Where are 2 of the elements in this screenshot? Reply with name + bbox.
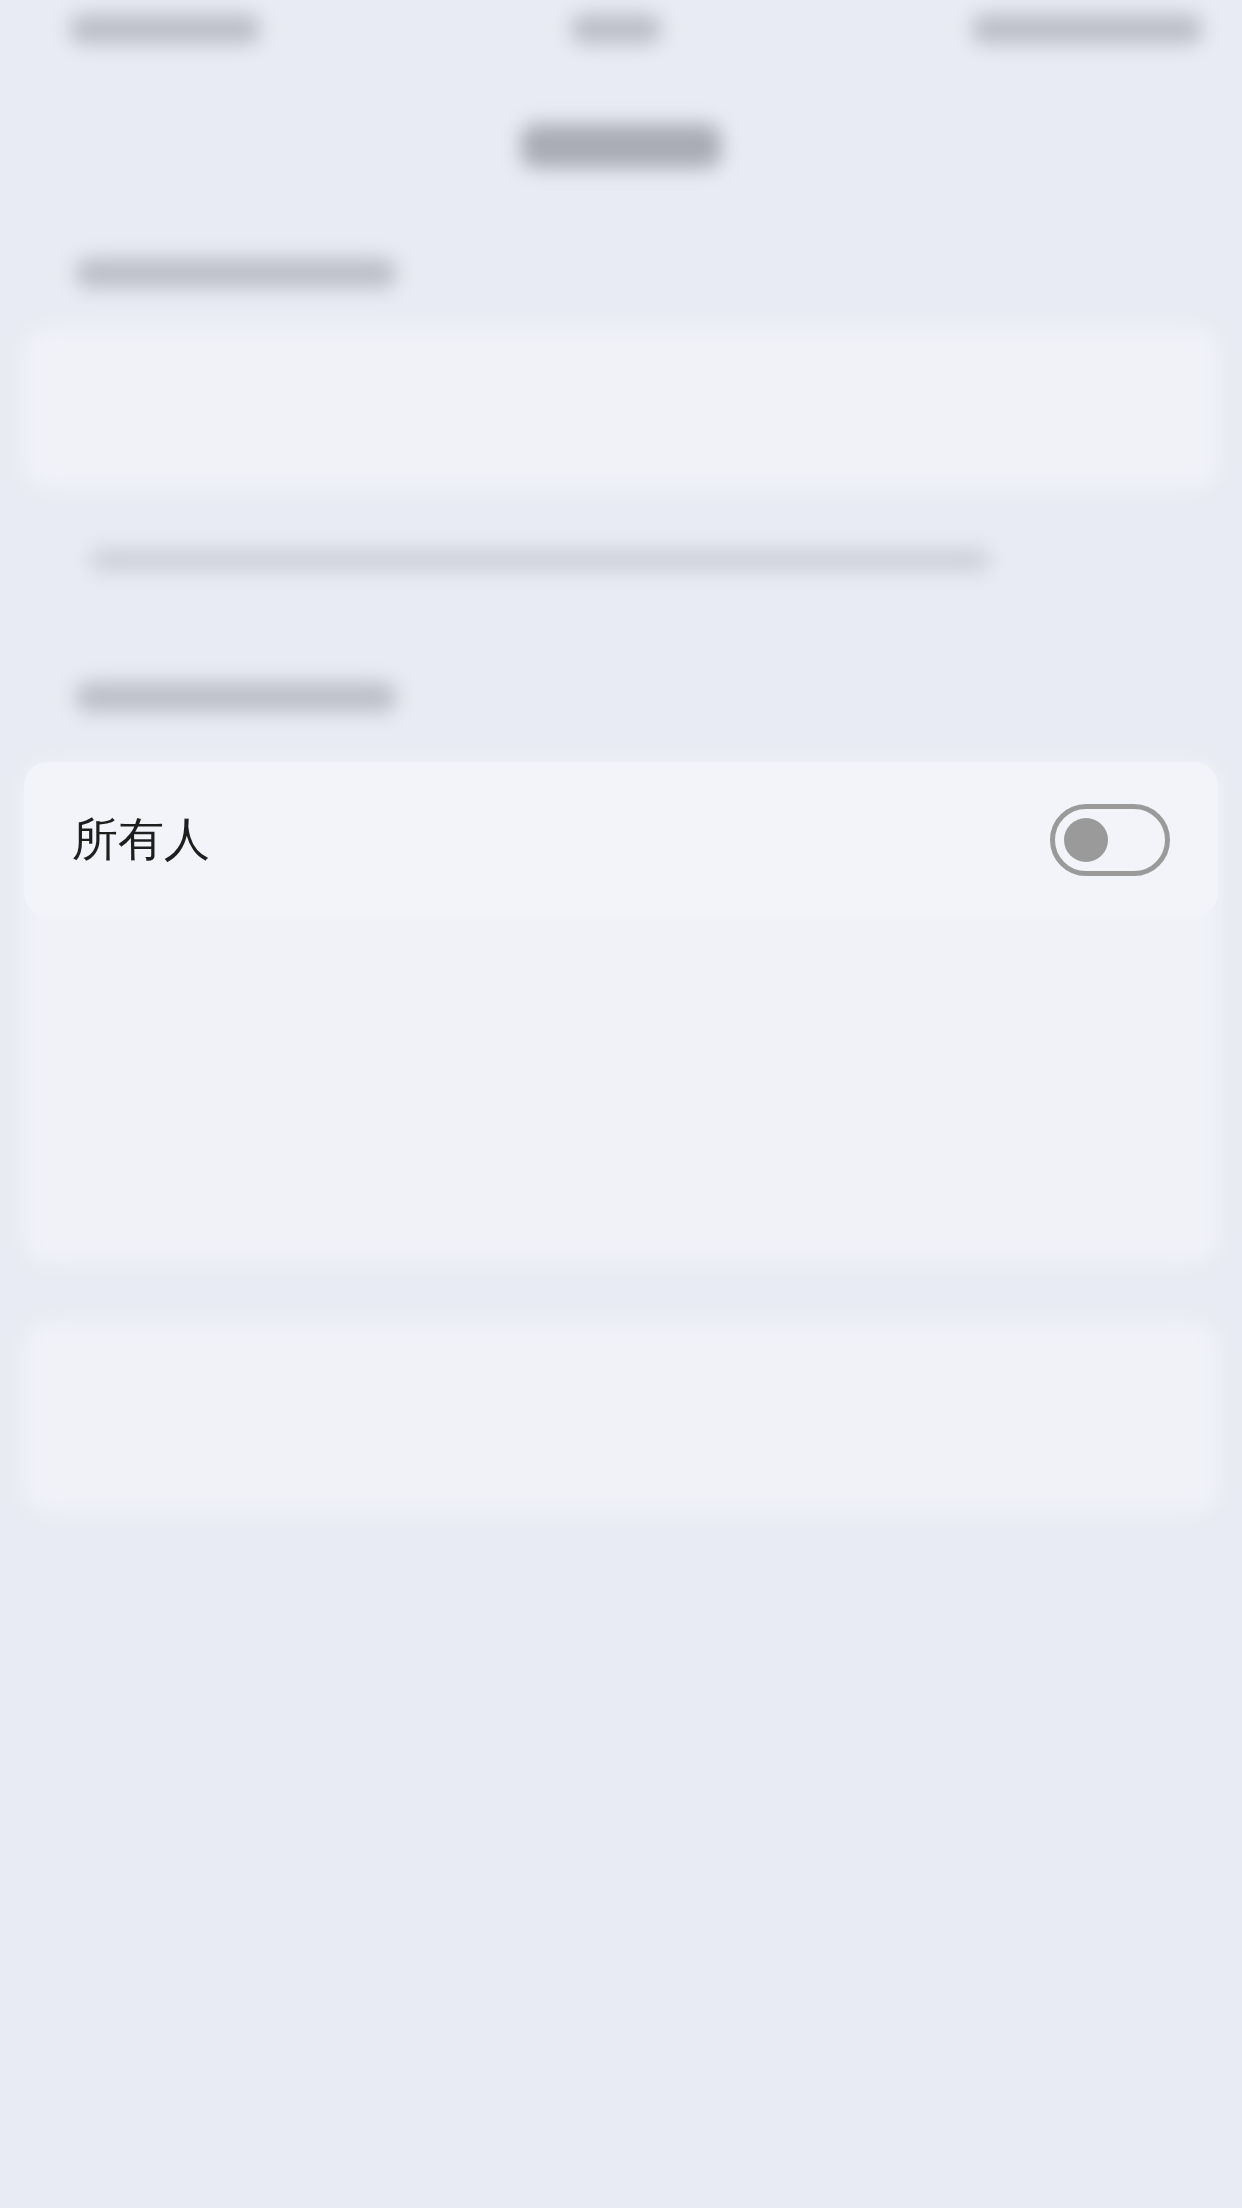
row-label: 所有人: [72, 810, 210, 868]
toggle-switch[interactable]: [1050, 803, 1170, 876]
